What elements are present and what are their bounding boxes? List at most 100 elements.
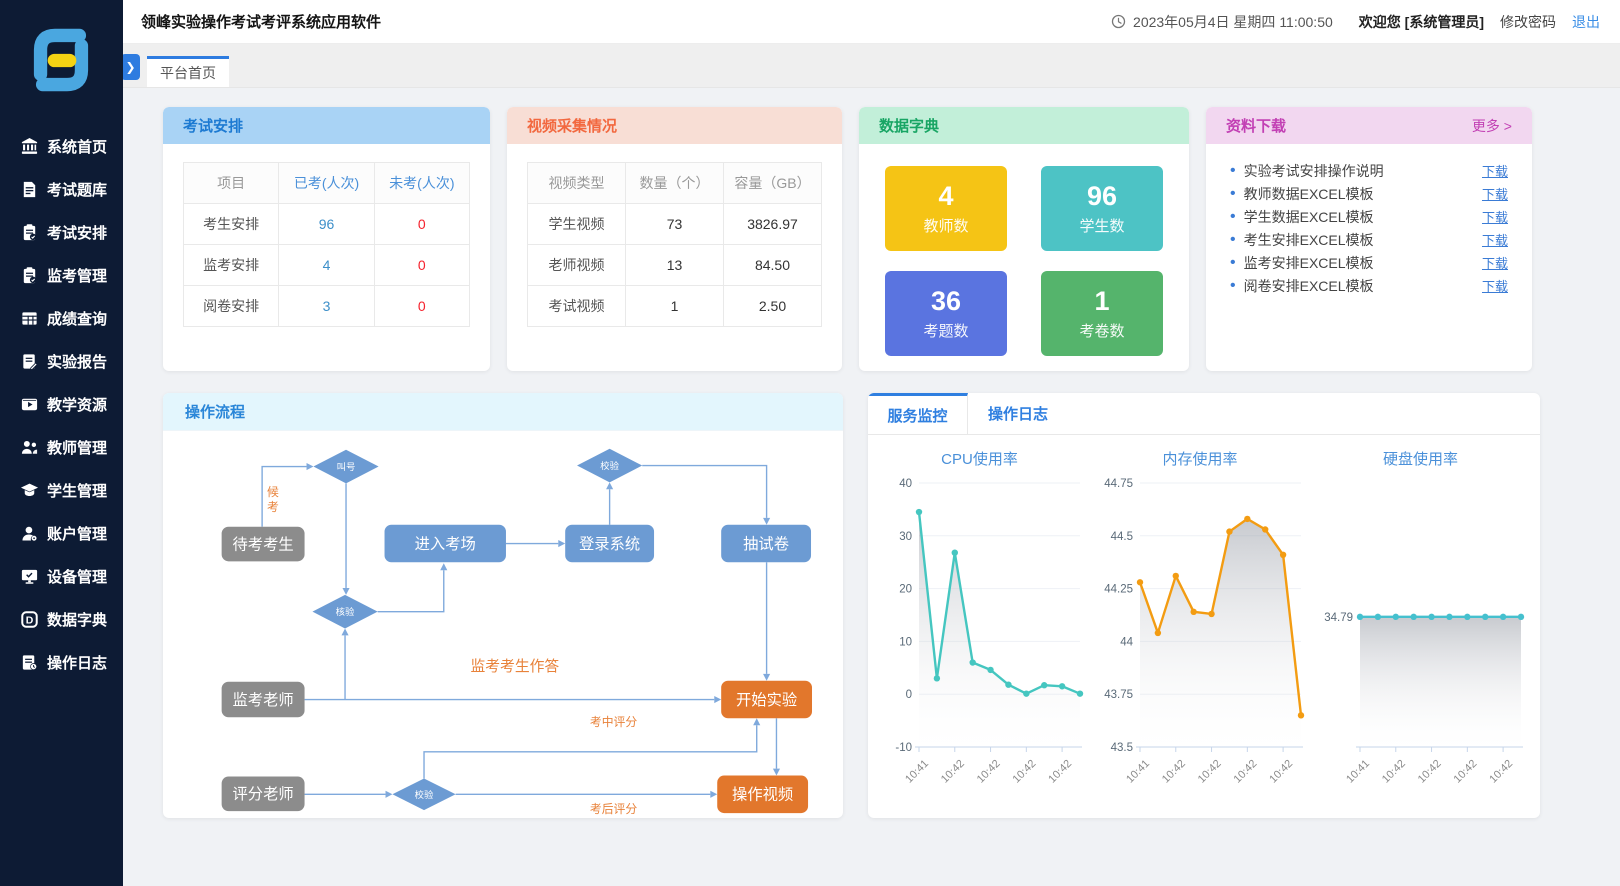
video-type-label: 考试视频	[528, 286, 626, 327]
download-link[interactable]: 下载	[1482, 253, 1508, 272]
svg-text:30: 30	[899, 531, 912, 543]
sidebar-item-10[interactable]: 设备管理	[0, 555, 123, 598]
svg-text:进入考场: 进入考场	[415, 536, 476, 553]
change-password-link[interactable]: 修改密码	[1500, 12, 1556, 32]
flow-connector	[378, 570, 444, 611]
flow-node-jiaoyan1: 校验	[577, 449, 642, 483]
downloads-card-title: 资料下载	[1226, 115, 1286, 136]
clock-icon	[1111, 14, 1126, 29]
sidebar-item-7[interactable]: 教师管理	[0, 426, 123, 469]
svg-text:校验: 校验	[600, 460, 619, 471]
download-item-name: 监考安排EXCEL模板	[1244, 253, 1374, 273]
downloads-list: •实验考试安排操作说明下载•教师数据EXCEL模板下载•学生数据EXCEL模板下…	[1206, 144, 1532, 297]
bank-icon	[20, 137, 39, 156]
sidebar-item-1[interactable]: 考试题库	[0, 168, 123, 211]
video-card-header: 视频采集情况	[507, 107, 842, 144]
svg-text:44.75: 44.75	[1104, 478, 1133, 490]
flow-node-jiankao: 监考老师	[222, 682, 305, 718]
disk-usage-chart: 硬盘使用率34.7910:4110:4210:4210:4210:42	[1313, 435, 1528, 804]
chart-title: 硬盘使用率	[1313, 448, 1528, 469]
exam-done-count[interactable]: 96	[279, 204, 374, 245]
download-link[interactable]: 下载	[1482, 207, 1508, 226]
app-title: 领峰实验操作考试考评系统应用软件	[141, 11, 381, 32]
download-link[interactable]: 下载	[1482, 161, 1508, 180]
video-size-value: 3826.97	[724, 204, 822, 245]
exam-done-count[interactable]: 3	[279, 286, 374, 327]
sidebar-item-5[interactable]: 实验报告	[0, 340, 123, 383]
sidebar-item-label: 考试安排	[47, 222, 107, 243]
download-item-row: •监考安排EXCEL模板下载	[1230, 251, 1508, 274]
clipboard-check-icon	[20, 223, 39, 242]
sidebar-item-4[interactable]: 成绩查询	[0, 297, 123, 340]
sidebar-item-3[interactable]: 监考管理	[0, 254, 123, 297]
svg-text:核验: 核验	[336, 606, 355, 617]
sidebar-collapse-button[interactable]: ❯	[121, 54, 140, 80]
download-item-row: •学生数据EXCEL模板下载	[1230, 205, 1508, 228]
svg-text:10:41: 10:41	[903, 758, 931, 786]
tab-platform-home[interactable]: 平台首页	[147, 56, 229, 87]
sidebar-item-8[interactable]: 学生管理	[0, 469, 123, 512]
sidebar-item-label: 设备管理	[47, 566, 107, 587]
stat-value: 4	[938, 181, 953, 211]
sidebar-item-label: 操作日志	[47, 652, 107, 673]
flow-node-kaishi: 开始实验	[721, 681, 812, 719]
stat-value: 36	[931, 286, 961, 316]
exam-pending-count: 0	[374, 204, 469, 245]
chart-title: CPU使用率	[872, 448, 1087, 469]
exam-done-count[interactable]: 4	[279, 245, 374, 286]
stat-tile-考卷数: 1考卷数	[1041, 271, 1163, 356]
svg-text:34.79: 34.79	[1324, 612, 1353, 624]
sidebar-item-label: 成绩查询	[47, 308, 107, 329]
svg-text:10:42: 10:42	[1011, 758, 1039, 786]
download-item-name: 阅卷安排EXCEL模板	[1244, 276, 1374, 296]
download-link[interactable]: 下载	[1482, 184, 1508, 203]
tab-operation-log[interactable]: 操作日志	[968, 393, 1068, 434]
sidebar-item-12[interactable]: 操作日志	[0, 641, 123, 684]
flow-arrowhead	[753, 718, 760, 725]
cpu-usage-chart: CPU使用率403020100-1010:4110:4210:4210:4210…	[872, 435, 1087, 804]
svg-text:10:42: 10:42	[1380, 758, 1408, 786]
svg-text:44.5: 44.5	[1110, 531, 1132, 543]
flow-arrowhead	[386, 791, 393, 798]
sidebar-item-label: 学生管理	[47, 480, 107, 501]
logo-icon	[16, 14, 106, 106]
sidebar-item-0[interactable]: 系统首页	[0, 125, 123, 168]
stat-value: 96	[1087, 181, 1117, 211]
flow-arrowhead	[606, 482, 613, 489]
svg-text:44.25: 44.25	[1104, 584, 1133, 596]
sidebar-item-label: 系统首页	[47, 136, 107, 157]
flow-label-post-exam-scoring: 考后评分	[590, 802, 637, 816]
stat-value: 1	[1094, 286, 1109, 316]
downloads-card-header: 资料下载 更多 >	[1206, 107, 1532, 144]
download-item-name: 实验考试安排操作说明	[1244, 161, 1384, 181]
operation-flow-card: 操作流程 待考考生叫号核验进入考场登录系统校验抽试卷监考老师开始实验评分老师校验…	[163, 393, 843, 818]
svg-text:0: 0	[906, 689, 912, 701]
download-link[interactable]: 下载	[1482, 230, 1508, 249]
sidebar-item-label: 考试题库	[47, 179, 107, 200]
bullet-icon: •	[1230, 278, 1236, 294]
logout-link[interactable]: 退出	[1572, 12, 1600, 32]
video-size-value: 2.50	[724, 286, 822, 327]
more-link[interactable]: 更多 >	[1472, 116, 1512, 136]
flow-node-jinru: 进入考场	[385, 525, 506, 563]
flow-arrowhead	[307, 463, 314, 470]
downloads-card: 资料下载 更多 > •实验考试安排操作说明下载•教师数据EXCEL模板下载•学生…	[1206, 107, 1532, 371]
table-row: 学生视频733826.97	[528, 204, 822, 245]
sidebar-item-11[interactable]: D数据字典	[0, 598, 123, 641]
sidebar-item-label: 监考管理	[47, 265, 107, 286]
svg-text:10:42: 10:42	[1195, 758, 1223, 786]
bottom-row: 操作流程 待考考生叫号核验进入考场登录系统校验抽试卷监考老师开始实验评分老师校验…	[163, 393, 1620, 818]
sidebar-item-9[interactable]: 账户管理	[0, 512, 123, 555]
sidebar-item-6[interactable]: 教学资源	[0, 383, 123, 426]
download-link[interactable]: 下载	[1482, 276, 1508, 295]
app-logo	[0, 0, 123, 115]
flow-node-choushijuan: 抽试卷	[721, 525, 811, 563]
table-row: 考试视频12.50	[528, 286, 822, 327]
flow-arrowhead	[773, 769, 780, 776]
svg-text:10: 10	[899, 636, 912, 648]
tab-service-monitor[interactable]: 服务监控	[868, 393, 968, 434]
flow-node-pingfen: 评分老师	[222, 777, 305, 812]
svg-text:10:41: 10:41	[1344, 758, 1372, 786]
sidebar-item-2[interactable]: 考试安排	[0, 211, 123, 254]
exam-col-header: 未考(人次)	[374, 163, 469, 204]
